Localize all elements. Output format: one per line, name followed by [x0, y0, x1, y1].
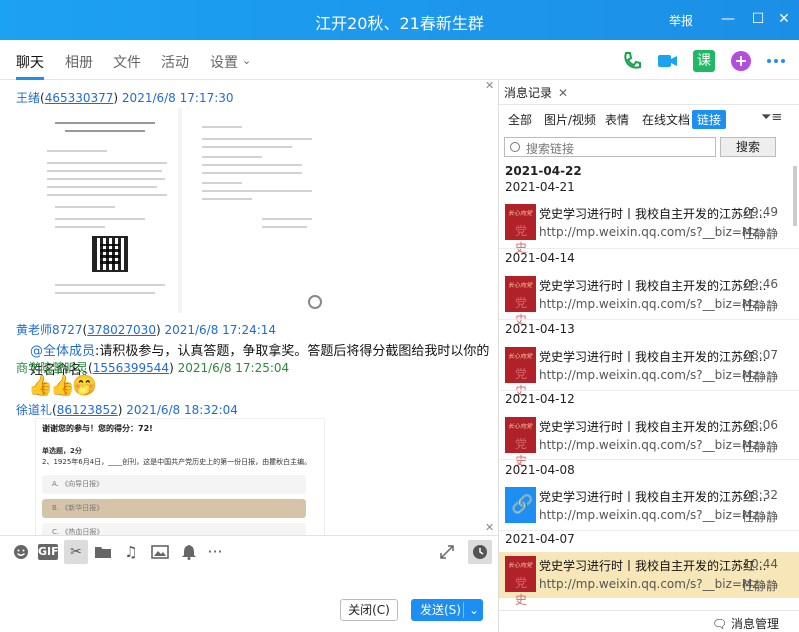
document-image[interactable]	[35, 108, 325, 313]
image-icon[interactable]	[151, 543, 169, 561]
filter-icon[interactable]: ⏷≡	[761, 110, 782, 125]
filter-bar: 全部 图片/视频 表情 在线文档 链接 ⏷≡	[499, 104, 799, 132]
phone-icon[interactable]	[621, 50, 643, 72]
date-header: 2021-04-21	[505, 180, 575, 194]
tab-settings[interactable]: 设置	[210, 52, 238, 72]
link-icon: 🔗	[511, 494, 534, 515]
message-input[interactable]: 关闭(C) 发送(S) ⌄	[0, 567, 498, 632]
expand-icon[interactable]	[438, 543, 456, 561]
message-manager-icon: 🗨	[711, 617, 728, 631]
quiz-option: A. 《向导日报》	[42, 475, 306, 494]
minimize-icon[interactable]: —	[719, 10, 737, 28]
quiz-option: C. 《热血日报》	[42, 523, 306, 535]
tab-album[interactable]: 相册	[65, 52, 93, 72]
chat-area[interactable]: ✕ 王绪(465330377) 2021/6/8 17:17:30 黄老师872…	[0, 80, 498, 535]
link-item[interactable]: 长心向党 党史 党史学习进行时丨我校自主开发的江苏红... 08:07 http:…	[499, 343, 799, 398]
class-icon[interactable]: 课	[693, 50, 715, 72]
more-icon[interactable]: ···	[206, 543, 224, 561]
search-button[interactable]: 搜索	[720, 137, 776, 157]
filter-links[interactable]: 链接	[692, 110, 727, 129]
more-icon[interactable]	[765, 50, 787, 72]
link-list[interactable]: 2021-04-22 2021-04-21 长心向党 党史 党史学习进行时丨我校自…	[499, 162, 799, 610]
zoom-icon[interactable]	[308, 295, 322, 309]
folder-icon[interactable]	[94, 543, 112, 561]
message-history-panel: 消息记录 ✕ 全部 图片/视频 表情 在线文档 链接 ⏷≡ 搜索链接 搜索 202…	[499, 80, 799, 632]
history-button[interactable]	[468, 540, 492, 564]
link-item[interactable]: 长心向党 党史 党史学习进行时丨我校自主开发的江苏红... 08:06 http:…	[499, 413, 799, 468]
tab-activities[interactable]: 活动	[161, 52, 189, 72]
close-button[interactable]: 关闭(C)	[340, 599, 398, 621]
tab-files[interactable]: 文件	[113, 52, 141, 72]
quiz-score: 谢谢您的参与！您的得分：72!	[42, 424, 153, 433]
report-link[interactable]: 举报	[669, 12, 693, 29]
message-sender: 黄老师8727(378027030) 2021/6/8 17:24:14	[16, 323, 277, 337]
mention-all[interactable]: @全体成员	[30, 344, 95, 359]
maximize-icon[interactable]: ☐	[749, 10, 767, 28]
close-icon[interactable]: ✕	[775, 10, 793, 28]
search-icon	[510, 142, 520, 152]
quiz-screenshot[interactable]: 谢谢您的参与！您的得分：72! 单选题，2分 2、1925年6月4日，____创…	[35, 418, 325, 535]
quiz-option-selected: B. 《新华日报》	[42, 499, 306, 518]
music-icon[interactable]: ♫	[122, 543, 140, 561]
article-thumbnail: 长心向党 党史	[505, 417, 536, 468]
tab-chat[interactable]: 聊天	[16, 52, 44, 72]
smile-emoji-icon: 🤭	[72, 373, 97, 397]
link-item[interactable]: 长心向党 党史 党史学习进行时丨我校自主开发的江苏红... 09:49 http:…	[499, 200, 799, 255]
message-sender: 王绪(465330377) 2021/6/8 17:17:30	[16, 91, 234, 105]
article-thumbnail: 长心向党 党史	[505, 204, 536, 255]
chevron-down-icon[interactable]: ⌄	[469, 599, 479, 621]
tab-bar: 聊天 相册 文件 活动 设置 ⌄	[0, 40, 799, 80]
add-icon[interactable]	[730, 50, 752, 72]
document-page	[182, 108, 325, 313]
date-header: 2021-04-13	[505, 322, 575, 336]
filter-images-videos[interactable]: 图片/视频	[539, 110, 601, 129]
link-item[interactable]: 长心向党 党史 党史学习进行时丨我校自主开发的江苏红... 09:46 http:…	[499, 272, 799, 327]
date-header: 2021-04-12	[505, 392, 575, 406]
quiz-question: 2、1925年6月4日，____创刊，这是中国共产党历史上的第一份日报，由瞿秋白…	[42, 458, 312, 466]
date-header: 2021-04-07	[505, 532, 575, 546]
close-icon[interactable]: ✕	[485, 80, 494, 92]
close-icon[interactable]: ✕	[485, 521, 494, 534]
video-icon[interactable]	[656, 50, 678, 72]
gif-icon[interactable]: GIF	[38, 544, 59, 560]
close-icon[interactable]: ✕	[558, 86, 568, 100]
emoji-icon[interactable]	[12, 543, 30, 561]
clock-icon	[473, 545, 487, 559]
filter-stickers[interactable]: 表情	[600, 110, 634, 129]
date-header: 2021-04-14	[505, 251, 575, 265]
link-item-selected[interactable]: 长心向党 党史 党史学习进行时丨我校自主开发的江苏红... 10:44 http:…	[499, 552, 799, 607]
quiz-section: 单选题，2分	[42, 447, 82, 455]
panel-footer: 🗨 消息管理	[499, 610, 799, 632]
send-button[interactable]: 发送(S) ⌄	[411, 599, 483, 621]
link-item[interactable]: 🔗 党史学习进行时丨我校自主开发的江苏红... 08:32 http://mp.…	[499, 483, 799, 529]
scrollbar[interactable]	[793, 166, 797, 226]
date-header: 2021-04-22	[505, 164, 582, 178]
title-bar: 江开20秋、21春新生群 举报 — ☐ ✕	[0, 0, 799, 40]
filter-all[interactable]: 全部	[503, 110, 537, 129]
input-toolbar: GIF ✂ ♫ ···	[0, 535, 498, 567]
article-thumbnail: 长心向党 党史	[505, 556, 536, 607]
chevron-down-icon[interactable]: ⌄	[242, 54, 251, 67]
link-thumbnail: 🔗	[505, 487, 536, 523]
history-tab[interactable]: 消息记录 ✕	[504, 84, 568, 101]
article-thumbnail: 长心向党 党史	[505, 347, 536, 398]
date-header: 2021-04-08	[505, 463, 575, 477]
bell-icon[interactable]	[180, 543, 198, 561]
search-input[interactable]: 搜索链接	[504, 137, 716, 157]
document-page	[35, 108, 178, 313]
message-manager-button[interactable]: 🗨 消息管理	[712, 615, 779, 632]
qr-code	[92, 236, 128, 272]
message-sender: 徐道礼(86123852) 2021/6/8 18:32:04	[16, 403, 238, 417]
scissors-icon[interactable]: ✂	[64, 540, 88, 564]
article-thumbnail: 长心向党 党史	[505, 276, 536, 327]
filter-online-docs[interactable]: 在线文档	[637, 110, 695, 129]
